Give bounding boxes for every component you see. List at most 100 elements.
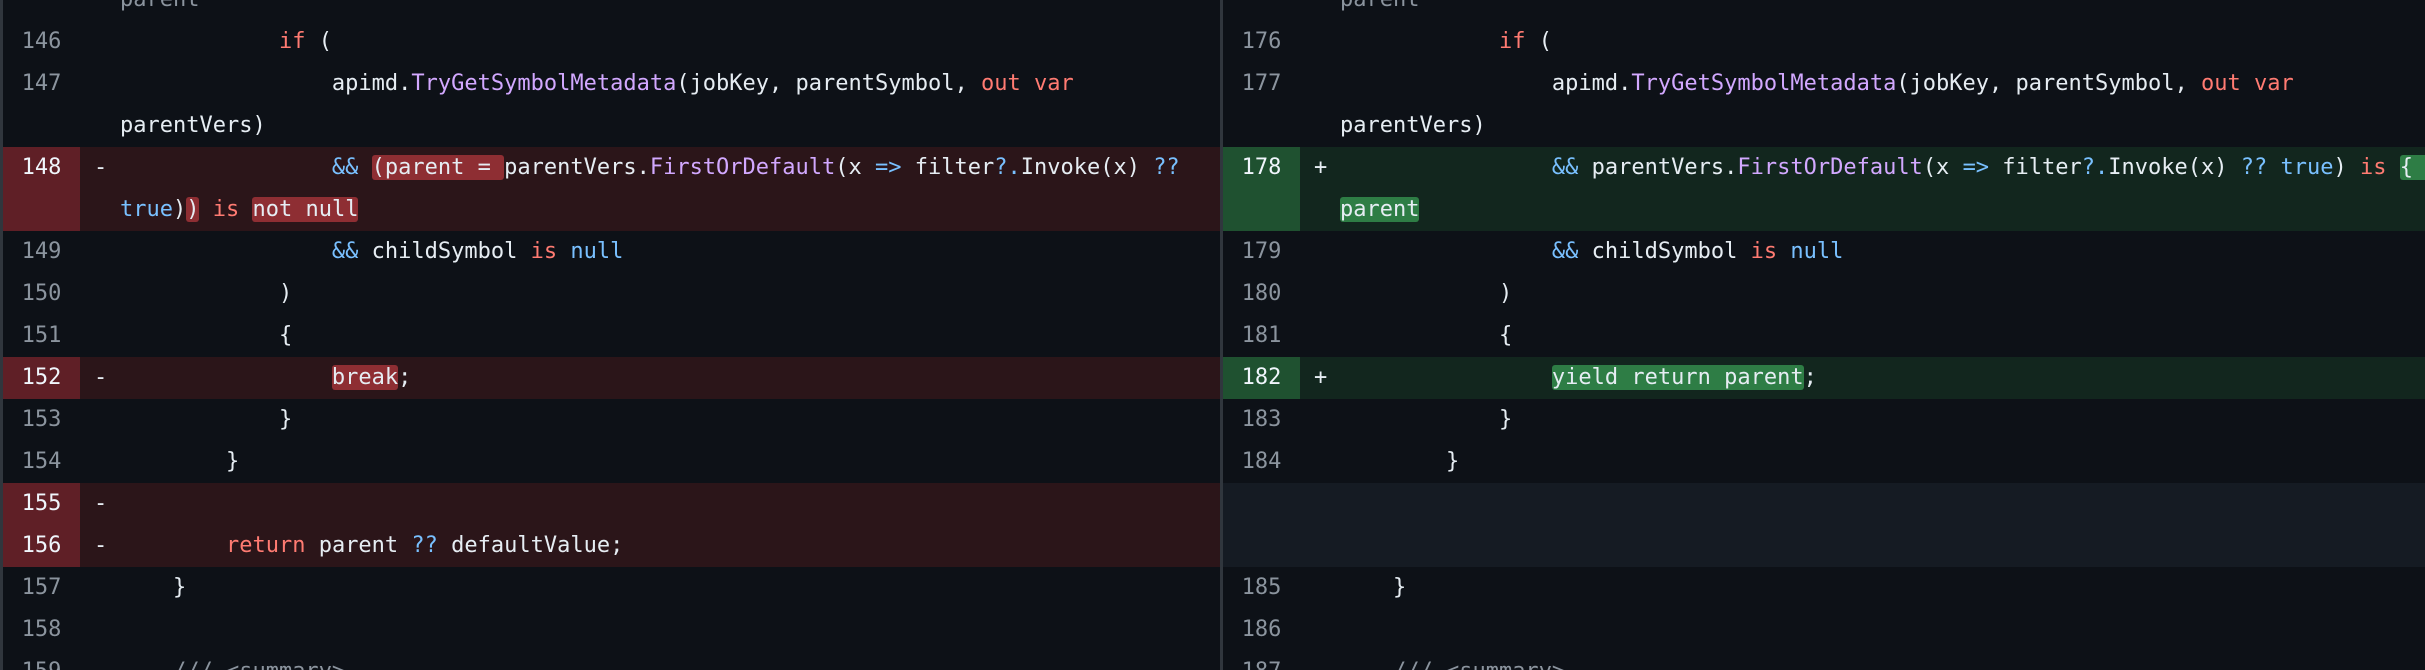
line-number[interactable]: 157 bbox=[3, 567, 80, 609]
diff-marker bbox=[1300, 483, 1340, 525]
diff-marker bbox=[80, 231, 120, 273]
keyword-token: is bbox=[530, 239, 558, 264]
code-content: /// <summary> bbox=[1340, 651, 2425, 670]
code-token: ) bbox=[2333, 155, 2360, 180]
diff-line[interactable]: 156- return parent ?? defaultValue; bbox=[3, 525, 1220, 567]
line-number[interactable]: 151 bbox=[3, 315, 80, 357]
code-content: } bbox=[1340, 567, 2425, 609]
line-number[interactable]: 158 bbox=[3, 609, 80, 651]
line-number[interactable]: 155 bbox=[3, 483, 80, 525]
line-number[interactable] bbox=[3, 105, 80, 147]
line-number[interactable]: 149 bbox=[3, 231, 80, 273]
diff-line[interactable]: 158 bbox=[3, 609, 1220, 651]
line-number[interactable]: 183 bbox=[1223, 399, 1300, 441]
line-number[interactable]: 147 bbox=[3, 63, 80, 105]
line-number[interactable]: 185 bbox=[1223, 567, 1300, 609]
code-content: && childSymbol is null bbox=[120, 231, 1220, 273]
diff-line[interactable]: 157 } bbox=[3, 567, 1220, 609]
code-content: && (parent = parentVers.FirstOrDefault(x… bbox=[120, 147, 1220, 189]
line-number[interactable]: 150 bbox=[3, 273, 80, 315]
diff-marker bbox=[1300, 399, 1340, 441]
diff-line[interactable]: 154 } bbox=[3, 441, 1220, 483]
diff-line[interactable]: 152- break; bbox=[3, 357, 1220, 399]
diff-marker: - bbox=[94, 365, 108, 390]
diff-line[interactable]: 182 + yield return parent; bbox=[1223, 357, 2425, 399]
line-number[interactable]: 156 bbox=[3, 525, 80, 567]
line-number[interactable] bbox=[1223, 189, 1300, 231]
line-number[interactable]: 152 bbox=[3, 357, 80, 399]
diff-line[interactable]: 147 apimd.TryGetSymbolMetadata(jobKey, p… bbox=[3, 63, 1220, 105]
line-number[interactable] bbox=[1223, 483, 1300, 525]
diff-line[interactable]: 177 apimd.TryGetSymbolMetadata(jobKey, p… bbox=[1223, 63, 2425, 105]
diff-line[interactable]: 184 } bbox=[1223, 441, 2425, 483]
code-token: ) bbox=[1498, 281, 1513, 306]
diff-line[interactable]: 176 if ( bbox=[1223, 21, 2425, 63]
keyword-token: return bbox=[225, 533, 306, 558]
line-number[interactable]: 154 bbox=[3, 441, 80, 483]
line-number[interactable] bbox=[1223, 525, 1300, 567]
line-number[interactable]: 148 bbox=[3, 147, 80, 189]
line-number[interactable]: 181 bbox=[1223, 315, 1300, 357]
code-token: } bbox=[1445, 449, 1460, 474]
line-number[interactable]: 182 bbox=[1223, 357, 1300, 399]
diff-line[interactable]: 179 && childSymbol is null bbox=[1223, 231, 2425, 273]
diff-line[interactable]: 149 && childSymbol is null bbox=[3, 231, 1220, 273]
diff-line[interactable]: true)) is not null bbox=[3, 189, 1220, 231]
code-content: break; bbox=[120, 357, 1220, 399]
diff-line[interactable] bbox=[1223, 483, 2425, 525]
line-number[interactable]: 159 bbox=[3, 651, 80, 670]
keyword-token: if bbox=[278, 29, 306, 54]
diff-line[interactable]: 155- bbox=[3, 483, 1220, 525]
line-number[interactable] bbox=[3, 0, 80, 21]
code-content: } bbox=[1340, 441, 2425, 483]
operator-token: true bbox=[2280, 155, 2334, 180]
code-content: ) bbox=[1340, 273, 2425, 315]
line-number[interactable]: 184 bbox=[1223, 441, 1300, 483]
diff-line[interactable] bbox=[1223, 525, 2425, 567]
line-number[interactable]: 153 bbox=[3, 399, 80, 441]
code-content: && parentVers.FirstOrDefault(x => filter… bbox=[1340, 147, 2425, 189]
keyword-token: if bbox=[1498, 29, 1526, 54]
diff-line[interactable]: 183 } bbox=[1223, 399, 2425, 441]
diff-marker bbox=[1300, 21, 1340, 63]
line-number[interactable] bbox=[3, 189, 80, 231]
operator-token: ?? bbox=[2240, 155, 2268, 180]
diff-line[interactable]: parentVers) bbox=[1223, 105, 2425, 147]
line-number[interactable]: 186 bbox=[1223, 609, 1300, 651]
diff-line[interactable]: parent bbox=[1223, 189, 2425, 231]
diff-line[interactable]: 187 /// <summary> bbox=[1223, 651, 2425, 670]
diff-line[interactable]: 150 ) bbox=[3, 273, 1220, 315]
code-token: ; bbox=[398, 365, 412, 390]
diff-line[interactable]: 151 { bbox=[3, 315, 1220, 357]
diff-line[interactable]: parentVers) bbox=[3, 105, 1220, 147]
line-number[interactable]: 176 bbox=[1223, 21, 1300, 63]
diff-line[interactable]: 148- && (parent = parentVers.FirstOrDefa… bbox=[3, 147, 1220, 189]
diff-line[interactable]: 181 { bbox=[1223, 315, 2425, 357]
diff-line[interactable]: parent bbox=[1223, 0, 2425, 21]
diff-line[interactable]: 146 if ( bbox=[3, 21, 1220, 63]
line-number[interactable]: 146 bbox=[3, 21, 80, 63]
code-token: apimd. bbox=[1551, 71, 1632, 96]
line-number[interactable]: 179 bbox=[1223, 231, 1300, 273]
line-number[interactable] bbox=[1223, 105, 1300, 147]
line-number[interactable]: 178 bbox=[1223, 147, 1300, 189]
diff-line[interactable]: 185 } bbox=[1223, 567, 2425, 609]
diff-line[interactable]: parent bbox=[3, 0, 1220, 21]
diff-line[interactable]: 180 ) bbox=[1223, 273, 2425, 315]
code-token: (jobKey, parentSymbol, bbox=[1896, 71, 2201, 96]
line-number[interactable] bbox=[1223, 0, 1300, 21]
diff-line[interactable]: 159 /// <summary> bbox=[3, 651, 1220, 670]
changed-token: yield return parent bbox=[1551, 365, 1804, 390]
line-number[interactable]: 187 bbox=[1223, 651, 1300, 670]
diff-line[interactable]: 186 bbox=[1223, 609, 2425, 651]
line-number[interactable]: 180 bbox=[1223, 273, 1300, 315]
diff-line[interactable]: 153 } bbox=[3, 399, 1220, 441]
line-number[interactable]: 177 bbox=[1223, 63, 1300, 105]
code-token: } bbox=[172, 575, 187, 600]
keyword-token: out bbox=[2200, 71, 2241, 96]
diff-line[interactable]: 178 + && parentVers.FirstOrDefault(x => f… bbox=[1223, 147, 2425, 189]
